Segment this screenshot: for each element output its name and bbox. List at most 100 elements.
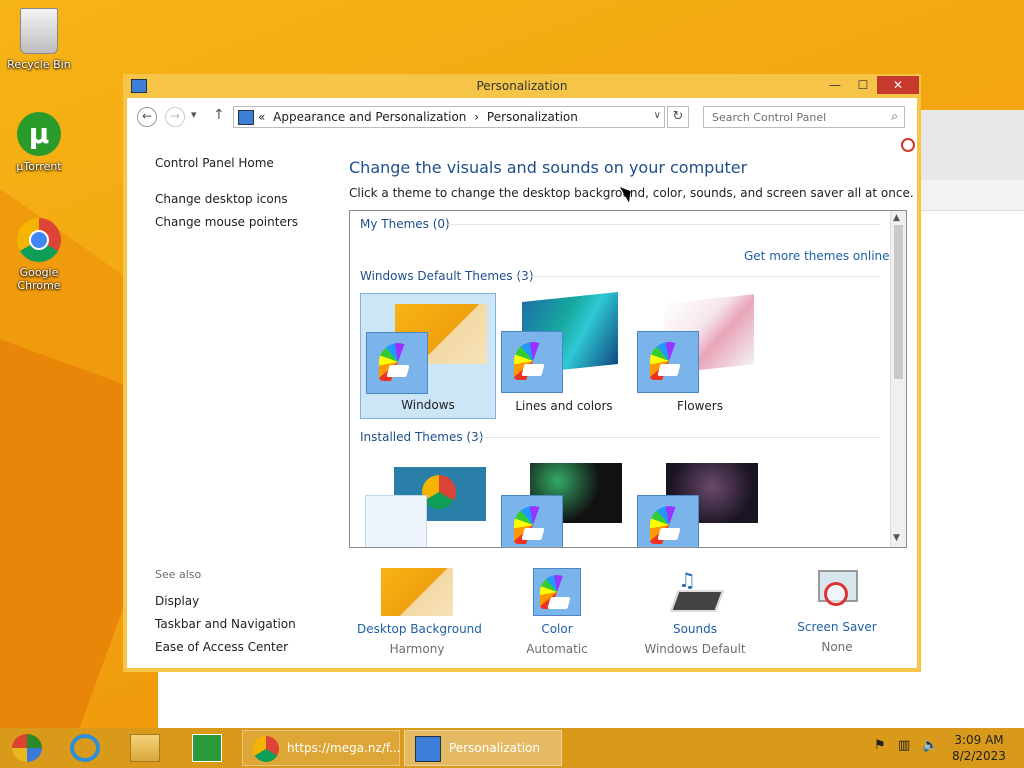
close-button[interactable]: ✕: [877, 76, 919, 94]
divider: [448, 224, 880, 225]
desktop-icon-utorrent[interactable]: µ µTorrent: [1, 112, 77, 173]
clock-date: 8/2/2023: [952, 749, 1006, 763]
color-value: Automatic: [526, 642, 588, 656]
chrome-icon: [17, 218, 61, 262]
color-palette-icon: [501, 331, 563, 393]
theme-label: Flowers: [677, 399, 723, 413]
page-title: Change the visuals and sounds on your co…: [349, 158, 748, 177]
theme-flowers[interactable]: Flowers: [632, 293, 768, 419]
search-input[interactable]: Search Control Panel ⌕: [703, 106, 905, 128]
volume-muted-icon[interactable]: 🔈: [922, 738, 938, 753]
sounds-setting[interactable]: ♫ Sounds Windows Default: [635, 568, 755, 656]
window-client-area: ← → ▾ ↑ « Appearance and Personalization…: [127, 98, 917, 668]
color-palette-icon: [637, 495, 699, 547]
title-bar[interactable]: Personalization — ☐ ✕: [123, 74, 921, 98]
utorrent-icon: µ: [17, 112, 61, 156]
scrollbar-thumb[interactable]: [894, 225, 903, 379]
file-explorer-icon: [130, 734, 160, 762]
maximize-button[interactable]: ☐: [851, 76, 875, 94]
control-panel-home-link[interactable]: Control Panel Home: [155, 156, 274, 170]
taskbar-media-center[interactable]: [0, 730, 56, 766]
action-center-flag-icon[interactable]: ⚑: [874, 738, 886, 753]
address-bar[interactable]: « Appearance and Personalization › Perso…: [233, 106, 665, 128]
breadcrumb-personalization[interactable]: Personalization: [487, 110, 578, 124]
breadcrumb-separator[interactable]: ›: [474, 110, 479, 124]
color-palette-icon: [637, 331, 699, 393]
screen-saver-setting[interactable]: Screen Saver None: [777, 568, 897, 654]
screen-saver-link[interactable]: Screen Saver: [777, 620, 897, 634]
refresh-button[interactable]: ↻: [667, 106, 689, 128]
desktop-background-setting[interactable]: Desktop Background Harmony: [357, 568, 482, 656]
taskbar-task-personalization[interactable]: Personalization: [404, 730, 562, 766]
address-dropdown[interactable]: ∨: [654, 110, 661, 121]
scroll-up-arrow-icon[interactable]: ▲: [893, 213, 900, 223]
sounds-value: Windows Default: [644, 642, 746, 656]
desktop-background-value: Harmony: [389, 642, 445, 656]
taskbar-task-label: https://mega.nz/f...: [287, 741, 401, 755]
installed-theme-chrome[interactable]: [360, 457, 496, 547]
up-button[interactable]: ↑: [213, 107, 225, 123]
internet-explorer-icon: [70, 734, 100, 762]
divider: [476, 437, 880, 438]
get-more-themes-link[interactable]: Get more themes online: [744, 249, 890, 263]
color-palette-icon: [501, 495, 563, 547]
recycle-bin-icon: [20, 8, 58, 54]
clock-time: 3:09 AM: [954, 733, 1004, 747]
taskbar-task-label: Personalization: [449, 741, 540, 755]
change-mouse-pointers-link[interactable]: Change mouse pointers: [155, 215, 298, 229]
display-link[interactable]: Display: [155, 594, 199, 608]
chrome-icon: [253, 736, 279, 762]
breadcrumb-appearance[interactable]: Appearance and Personalization: [273, 110, 466, 124]
color-palette-icon: [365, 495, 427, 547]
ease-of-access-link[interactable]: Ease of Access Center: [155, 640, 288, 654]
back-button[interactable]: ←: [137, 107, 157, 127]
media-center-icon: [12, 734, 42, 762]
network-icon[interactable]: ▥: [898, 738, 910, 753]
navigation-bar: ← → ▾ ↑ « Appearance and Personalization…: [127, 98, 917, 136]
breadcrumb-overflow[interactable]: «: [258, 110, 265, 124]
desktop-icon-label: µTorrent: [16, 160, 62, 173]
default-themes-header: Windows Default Themes (3): [360, 269, 534, 283]
taskbar-navigation-link[interactable]: Taskbar and Navigation: [155, 617, 296, 631]
store-icon: [192, 734, 222, 762]
taskbar-store[interactable]: [180, 730, 236, 766]
taskbar-task-chrome[interactable]: https://mega.nz/f...: [242, 730, 401, 766]
recent-locations-dropdown[interactable]: ▾: [191, 108, 197, 121]
color-setting[interactable]: Color Automatic: [497, 568, 617, 656]
window-title: Personalization: [476, 79, 568, 93]
forward-button[interactable]: →: [165, 107, 185, 127]
theme-lines-and-colors[interactable]: Lines and colors: [496, 291, 632, 419]
desktop-icon-recycle-bin[interactable]: Recycle Bin: [1, 8, 77, 71]
chrome-icon: [422, 475, 456, 509]
my-themes-header: My Themes (0): [360, 217, 450, 231]
desktop-icon-label: Google Chrome: [17, 266, 61, 292]
desktop-icon-chrome[interactable]: Google Chrome: [1, 218, 77, 292]
theme-list-scrollbar[interactable]: ▲ ▼: [890, 211, 906, 547]
sounds-link[interactable]: Sounds: [635, 622, 755, 636]
scroll-down-arrow-icon[interactable]: ▼: [893, 533, 900, 543]
divider: [516, 276, 880, 277]
change-desktop-icons-link[interactable]: Change desktop icons: [155, 192, 288, 206]
minimize-button[interactable]: —: [823, 76, 847, 94]
desktop-background-link[interactable]: Desktop Background: [357, 622, 482, 636]
theme-list[interactable]: My Themes (0) Get more themes online Win…: [349, 210, 907, 548]
help-icon[interactable]: [901, 138, 915, 152]
installed-theme-nebula[interactable]: [632, 457, 768, 547]
installed-theme-dark-lights[interactable]: [496, 457, 632, 547]
theme-windows[interactable]: Windows: [360, 293, 496, 419]
taskbar-internet-explorer[interactable]: [58, 730, 114, 766]
desktop-background-icon: [381, 568, 453, 616]
search-placeholder: Search Control Panel: [712, 111, 827, 124]
installed-themes-header: Installed Themes (3): [360, 430, 484, 444]
taskbar: https://mega.nz/f... Personalization ⚑ ▥…: [0, 728, 1024, 768]
system-clock[interactable]: 3:09 AM 8/2/2023: [948, 732, 1010, 764]
color-link[interactable]: Color: [497, 622, 617, 636]
taskbar-file-explorer[interactable]: [118, 730, 174, 766]
control-panel-icon: [238, 110, 254, 125]
sounds-icon: ♫: [669, 568, 725, 616]
color-palette-icon: [533, 568, 581, 616]
desktop-icon-label: Recycle Bin: [7, 58, 71, 71]
search-icon[interactable]: ⌕: [891, 109, 898, 124]
color-palette-icon: [366, 332, 428, 394]
theme-label: Lines and colors: [515, 399, 613, 413]
